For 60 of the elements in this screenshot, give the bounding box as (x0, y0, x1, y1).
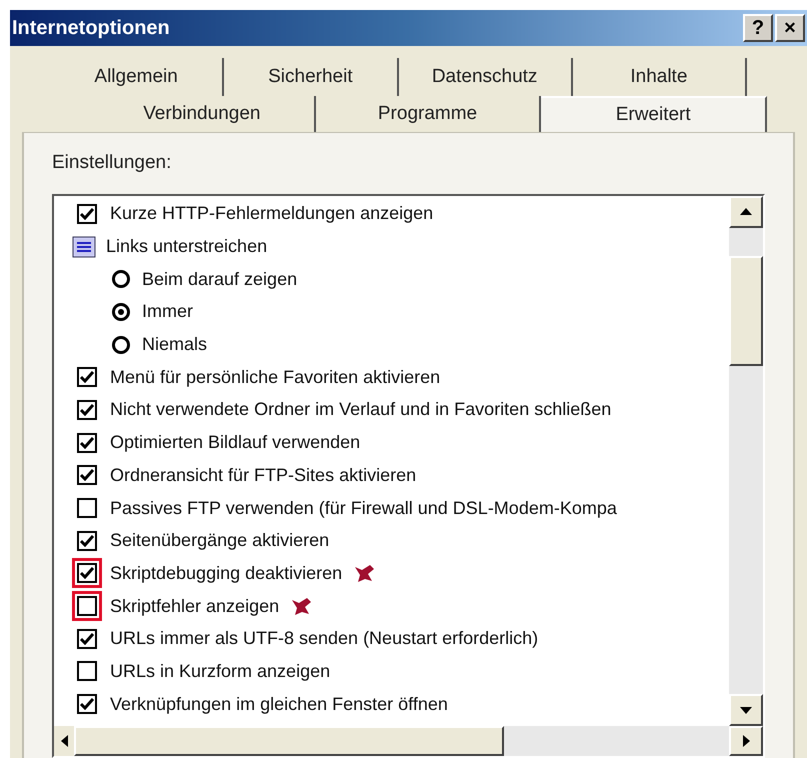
group-label: Links unterstreichen (106, 235, 268, 258)
checkbox[interactable] (77, 367, 97, 388)
option-label: Nicht verwendete Ordner im Verlauf und in Favoriten schließen (110, 398, 612, 422)
vertical-scrollbar[interactable] (729, 196, 763, 726)
right-arrow-icon (742, 735, 750, 747)
window-title: Internetoptionen (12, 16, 170, 41)
checkbox[interactable] (77, 563, 97, 584)
radio-button[interactable] (112, 270, 130, 288)
checkmark-icon (80, 469, 94, 482)
option-label: URLs immer als UTF-8 senden (Neustart erforderlich) (110, 627, 538, 650)
option-label: Kurze HTTP-Fehlermeldungen anzeigen (110, 202, 434, 226)
down-arrow-icon (740, 706, 752, 714)
checkmark-icon (80, 567, 94, 580)
checkbox[interactable] (77, 400, 97, 420)
checkmark-icon (80, 371, 94, 384)
checkbox[interactable] (77, 530, 97, 551)
option-label: URLs in Kurzform anzeigen (110, 660, 330, 683)
scroll-thumb[interactable] (729, 256, 763, 366)
checkmark-icon (80, 698, 94, 710)
option-label: Verknüpfungen im gleichen Fenster öffnen (110, 692, 448, 716)
option-label: Optimierten Bildlauf verwenden (110, 431, 360, 454)
option-label: Skriptfehler anzeigen (110, 594, 280, 618)
checkmark-icon (80, 404, 94, 416)
radio-button[interactable] (112, 336, 130, 354)
option-label: Immer (142, 300, 193, 324)
option-label: Niemals (142, 333, 208, 356)
checkbox[interactable] (77, 465, 97, 486)
checkbox[interactable] (77, 498, 97, 518)
option-label: Ordneransicht für FTP-Sites aktivieren (110, 464, 416, 487)
horizontal-scrollbar[interactable] (54, 726, 763, 756)
tab[interactable]: Sicherheit (224, 58, 398, 96)
checkbox[interactable] (77, 661, 97, 682)
checkbox[interactable] (77, 432, 97, 453)
option-label: Passives FTP verwenden (für Firewall und DSL-Modem-Kompa (110, 496, 617, 520)
option-label: Beim darauf zeigen (142, 268, 298, 291)
checkbox[interactable] (77, 204, 97, 224)
option-label: Menü für persönliche Favoriten aktivieren (110, 366, 440, 389)
checkmark-icon (80, 632, 94, 645)
tab[interactable]: Allgemein (50, 58, 224, 96)
checkbox[interactable] (77, 628, 97, 649)
checkmark-icon (80, 208, 94, 220)
scroll-down-button[interactable] (729, 694, 763, 726)
help-button[interactable]: ? (743, 14, 773, 42)
option-label: Skriptdebugging deaktivieren (110, 562, 342, 585)
scroll-left-button[interactable] (54, 726, 74, 756)
list-icon (72, 236, 96, 258)
left-arrow-icon (60, 735, 68, 747)
close-button[interactable]: × (775, 14, 805, 42)
scroll-thumb[interactable] (74, 726, 504, 756)
checkbox[interactable] (77, 596, 97, 616)
settings-label: Einstellungen: (52, 151, 172, 175)
tab[interactable]: Erweitert (541, 96, 768, 132)
checkmark-icon (80, 534, 94, 547)
radio-button[interactable] (112, 302, 130, 321)
scroll-up-button[interactable] (729, 196, 763, 228)
option-label: Seitenübergänge aktivieren (110, 529, 330, 552)
checkbox[interactable] (77, 694, 97, 714)
checkmark-icon (80, 436, 94, 449)
up-arrow-icon (740, 208, 752, 215)
scroll-right-button[interactable] (729, 726, 763, 756)
